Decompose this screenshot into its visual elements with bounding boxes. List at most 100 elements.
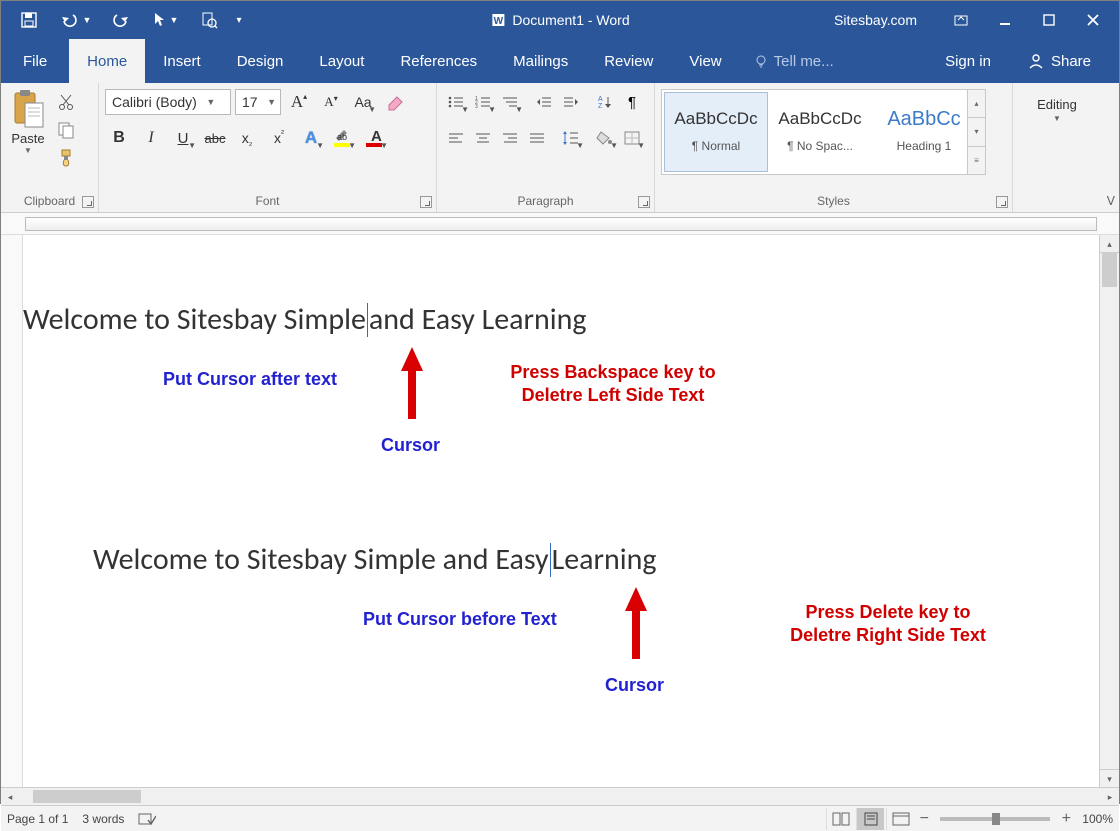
minimize-button[interactable] [985, 5, 1025, 35]
show-hide-button[interactable]: ¶ [619, 90, 645, 114]
document-text-2[interactable]: Welcome to Sitesbay Simple and Easy Lear… [93, 541, 657, 578]
scroll-track[interactable] [19, 788, 1101, 805]
scroll-thumb-h[interactable] [33, 790, 141, 803]
document-page[interactable]: Welcome to Sitesbay Simple and Easy Lear… [23, 235, 1099, 787]
tab-design[interactable]: Design [219, 39, 302, 83]
font-color-button[interactable]: A▼ [361, 125, 389, 151]
align-left-button[interactable] [443, 126, 469, 150]
web-layout-button[interactable] [886, 808, 914, 830]
redo-icon[interactable] [103, 5, 139, 35]
pointer-mode-icon[interactable]: ▼ [141, 5, 189, 35]
shading-button[interactable]: ▼ [592, 126, 618, 150]
style-no-spacing[interactable]: AaBbCcDc ¶ No Spac... [768, 92, 872, 172]
zoom-level[interactable]: 100% [1082, 812, 1113, 826]
save-icon[interactable] [11, 5, 47, 35]
styles-dialog-launcher[interactable] [996, 196, 1008, 208]
font-dialog-launcher[interactable] [420, 196, 432, 208]
copy-button[interactable] [53, 119, 79, 141]
vertical-ruler[interactable] [1, 235, 23, 787]
scroll-right-button[interactable]: ▸ [1101, 788, 1119, 805]
horizontal-scrollbar[interactable]: ◂ ▸ [1, 787, 1119, 805]
decrease-indent-button[interactable] [531, 90, 557, 114]
scroll-left-button[interactable]: ◂ [1, 788, 19, 805]
borders-button[interactable]: ▼ [619, 126, 645, 150]
text-effects-button[interactable]: A▼ [297, 125, 325, 151]
superscript-button[interactable]: x² [265, 125, 293, 151]
tab-review[interactable]: Review [586, 39, 671, 83]
word-count[interactable]: 3 words [82, 812, 124, 826]
editing-button[interactable]: Editing ▼ [1019, 87, 1095, 123]
bold-button[interactable]: B [105, 125, 133, 151]
align-center-button[interactable] [470, 126, 496, 150]
italic-button[interactable]: I [137, 125, 165, 151]
clipboard-dialog-launcher[interactable] [82, 196, 94, 208]
style-heading1[interactable]: AaBbCc Heading 1 [872, 92, 976, 172]
print-preview-icon[interactable] [191, 5, 227, 35]
horizontal-ruler[interactable] [1, 213, 1119, 235]
tab-insert[interactable]: Insert [145, 39, 219, 83]
tab-home[interactable]: Home [69, 39, 145, 83]
tab-layout[interactable]: Layout [301, 39, 382, 83]
paste-button[interactable]: Paste ▼ [7, 89, 49, 188]
annotation-cursor-label-2: Cursor [605, 675, 664, 696]
scroll-down-button[interactable]: ▾ [1100, 769, 1119, 787]
tab-mailings[interactable]: Mailings [495, 39, 586, 83]
cut-button[interactable] [53, 91, 79, 113]
subscript-button[interactable]: x₂ [233, 125, 261, 151]
clear-formatting-button[interactable] [381, 89, 409, 115]
line-spacing-button[interactable]: ▼ [558, 126, 584, 150]
spellcheck-icon[interactable] [138, 811, 156, 827]
share-button[interactable]: Share [1009, 39, 1109, 83]
ribbon-display-icon[interactable] [941, 5, 981, 35]
document-text-1[interactable]: Welcome to Sitesbay Simple and Easy Lear… [23, 301, 587, 338]
title-bar: ▼ ▼ ▾ W Document1 - Word Sitesbay.com [1, 1, 1119, 39]
quick-access-toolbar: ▼ ▼ ▾ [1, 5, 249, 35]
font-size-value: 17 [236, 94, 264, 110]
tell-me-search[interactable]: Tell me... [740, 53, 848, 70]
style-preview: AaBbCcDc [669, 99, 763, 139]
change-case-button[interactable]: Aa▼ [349, 89, 377, 115]
zoom-slider[interactable] [940, 817, 1050, 821]
scroll-up-button[interactable]: ▴ [1100, 235, 1119, 253]
tab-view[interactable]: View [671, 39, 739, 83]
increase-indent-button[interactable] [558, 90, 584, 114]
collapse-ribbon-icon[interactable]: ᐯ [1107, 194, 1115, 208]
styles-gallery[interactable]: AaBbCcDc ¶ Normal AaBbCcDc ¶ No Spac... … [661, 89, 986, 175]
paragraph-dialog-launcher[interactable] [638, 196, 650, 208]
zoom-handle[interactable] [992, 813, 1000, 825]
zoom-in-button[interactable]: + [1058, 810, 1074, 828]
document-area: Welcome to Sitesbay Simple and Easy Lear… [1, 235, 1119, 787]
undo-icon[interactable]: ▼ [49, 5, 101, 35]
zoom-out-button[interactable]: − [916, 810, 932, 828]
maximize-button[interactable] [1029, 5, 1069, 35]
font-size-select[interactable]: 17▼ [235, 89, 281, 115]
numbering-button[interactable]: 123▼ [470, 90, 496, 114]
styles-scroll[interactable]: ▴▾≡ [967, 90, 985, 174]
font-name-select[interactable]: Calibri (Body)▼ [105, 89, 231, 115]
qat-customize-icon[interactable]: ▾ [229, 5, 249, 35]
print-layout-button[interactable] [856, 808, 884, 830]
style-preview: AaBbCcDc [773, 99, 867, 139]
highlight-button[interactable]: ab▼ [329, 125, 357, 151]
close-button[interactable] [1073, 5, 1113, 35]
page-indicator[interactable]: Page 1 of 1 [7, 812, 68, 826]
shrink-font-button[interactable]: A▾ [317, 89, 345, 115]
sort-button[interactable]: AZ [592, 90, 618, 114]
align-right-button[interactable] [497, 126, 523, 150]
arrow-up-icon [625, 587, 647, 659]
format-painter-button[interactable] [53, 147, 79, 169]
scissors-icon [58, 93, 74, 111]
strikethrough-button[interactable]: abc [201, 125, 229, 151]
bullets-button[interactable]: ▼ [443, 90, 469, 114]
style-normal[interactable]: AaBbCcDc ¶ Normal [664, 92, 768, 172]
multilevel-list-button[interactable]: ▼ [497, 90, 523, 114]
scroll-thumb[interactable] [1102, 253, 1117, 287]
justify-button[interactable] [524, 126, 550, 150]
tab-file[interactable]: File [1, 39, 69, 83]
underline-button[interactable]: U▼ [169, 125, 197, 151]
sign-in-button[interactable]: Sign in [927, 39, 1009, 83]
tab-references[interactable]: References [382, 39, 495, 83]
grow-font-button[interactable]: A▴ [285, 89, 313, 115]
read-mode-button[interactable] [826, 808, 854, 830]
vertical-scrollbar[interactable]: ▴ ▾ [1099, 235, 1119, 787]
